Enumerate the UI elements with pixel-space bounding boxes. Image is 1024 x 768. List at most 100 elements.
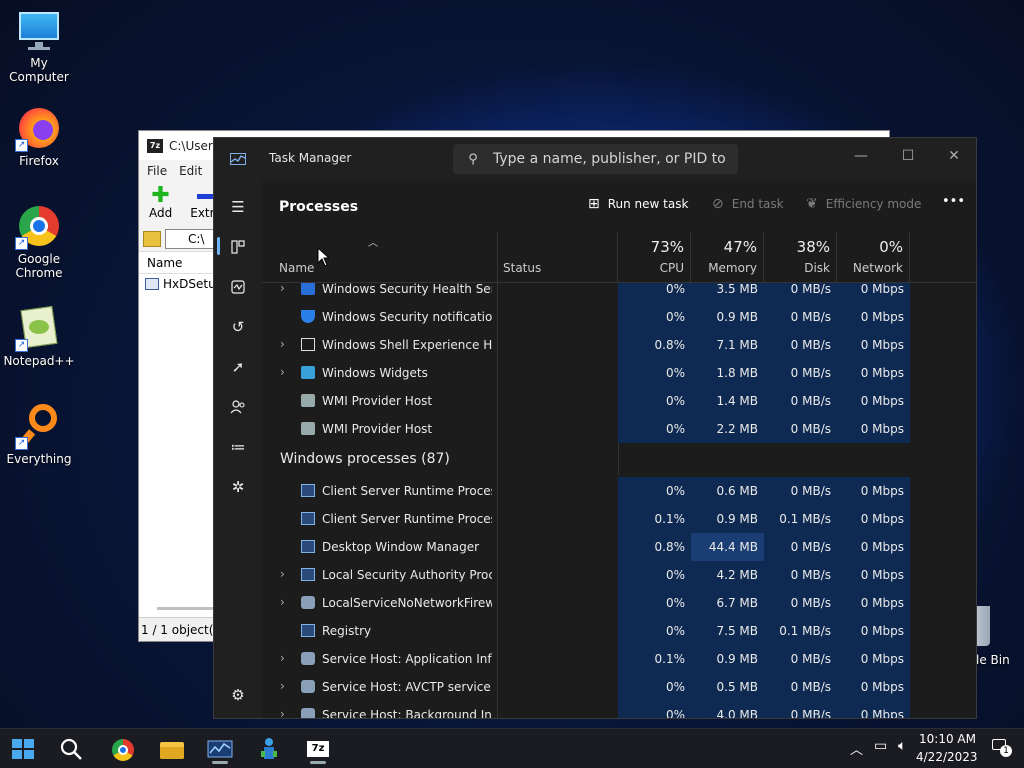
table-row[interactable]: › Windows Security Health Servi... 0% 3.…: [262, 283, 976, 303]
window-app-icon: [301, 624, 315, 637]
running-indicator: [310, 761, 326, 764]
table-row[interactable]: Client Server Runtime Process 0% 0.6 MB …: [262, 477, 976, 505]
clock-time[interactable]: 10:10 AM: [916, 732, 976, 746]
horizontal-scrollbar[interactable]: [157, 607, 217, 610]
column-header-name[interactable]: ︿ Name: [262, 232, 498, 282]
settings-gear-icon[interactable]: ⚙: [223, 680, 253, 710]
network-value: 0 Mbps: [837, 673, 910, 701]
more-options-button[interactable]: •••: [942, 194, 965, 209]
show-hidden-icons-chevron-icon[interactable]: ︿: [850, 739, 863, 758]
table-row[interactable]: › Windows Widgets 0% 1.8 MB 0 MB/s 0 Mbp…: [262, 359, 976, 387]
taskbar-search-button[interactable]: [55, 733, 87, 765]
column-name[interactable]: Name: [147, 256, 182, 270]
search-box[interactable]: ⚲: [453, 144, 738, 174]
chrome-icon: ↗: [15, 204, 61, 250]
minimize-button[interactable]: —: [838, 142, 884, 172]
column-name-label: Name: [279, 261, 315, 275]
cpu-total: 73%: [650, 238, 684, 256]
column-header-status[interactable]: Status: [498, 232, 618, 282]
table-row[interactable]: › Service Host: Application Infor... 0.1…: [262, 645, 976, 673]
efficiency-mode-label: Efficiency mode: [825, 197, 922, 211]
table-row[interactable]: Registry 0% 7.5 MB 0.1 MB/s 0 Mbps: [262, 617, 976, 645]
taskbar-app[interactable]: [253, 733, 285, 765]
nav-users-icon[interactable]: [223, 392, 253, 422]
search-input[interactable]: [493, 151, 728, 167]
efficiency-mode-button[interactable]: ❦ Efficiency mode: [806, 196, 921, 212]
disk-value: 0 MB/s: [764, 387, 837, 415]
table-row[interactable]: Client Server Runtime Process 0.1% 0.9 M…: [262, 505, 976, 533]
desktop-icon-google-chrome[interactable]: ↗ Google Chrome: [0, 204, 78, 280]
task-manager-window[interactable]: Task Manager ⚲ — ☐ ✕ ☰ ↺ ➚ ≔ ✲ ⚙ Process…: [213, 137, 977, 719]
table-row[interactable]: › Service Host: Background Inte... 0% 4.…: [262, 701, 976, 718]
up-folder-icon[interactable]: [143, 230, 161, 247]
disk-value: 0.1 MB/s: [764, 617, 837, 645]
notification-center-button[interactable]: 1: [992, 739, 1012, 757]
network-icon[interactable]: ▭: [874, 738, 887, 754]
task-manager-titlebar[interactable]: Task Manager ⚲ — ☐ ✕: [214, 138, 976, 180]
desktop-icon-label: Everything: [6, 452, 72, 466]
table-row[interactable]: WMI Provider Host 0% 1.4 MB 0 MB/s 0 Mbp…: [262, 387, 976, 415]
expand-chevron-icon[interactable]: ›: [280, 595, 292, 609]
cpu-value: 0%: [618, 589, 691, 617]
cpu-label: CPU: [659, 261, 684, 275]
expand-chevron-icon[interactable]: ›: [280, 707, 292, 718]
nav-startup-apps-icon[interactable]: ➚: [223, 352, 253, 382]
nav-app-history-icon[interactable]: ↺: [223, 312, 253, 342]
taskbar-chrome[interactable]: [106, 733, 138, 765]
expand-chevron-icon[interactable]: ›: [280, 337, 292, 351]
table-row[interactable]: › Windows Shell Experience Host 0.8% 7.1…: [262, 331, 976, 359]
more-options-icon: •••: [942, 194, 966, 209]
section-header-windows-processes[interactable]: Windows processes (87): [280, 451, 450, 467]
expand-chevron-icon[interactable]: ›: [280, 679, 292, 693]
taskbar-task-manager[interactable]: [204, 733, 236, 765]
nav-services-icon[interactable]: ✲: [223, 472, 253, 502]
taskbar-7zip[interactable]: 7z: [302, 733, 334, 765]
taskbar-file-explorer[interactable]: [156, 733, 188, 765]
clock-date[interactable]: 4/22/2023: [916, 750, 978, 764]
expand-chevron-icon[interactable]: ›: [280, 567, 292, 581]
column-header-network[interactable]: 0% Network: [837, 232, 910, 282]
expand-chevron-icon[interactable]: ›: [280, 365, 292, 379]
table-row[interactable]: › Service Host: AVCTP service 0% 0.5 MB …: [262, 673, 976, 701]
expand-chevron-icon[interactable]: ›: [280, 651, 292, 665]
disk-value: 0 MB/s: [764, 645, 837, 673]
desktop-icon-everything[interactable]: ↗ Everything: [0, 404, 78, 466]
table-row[interactable]: › Local Security Authority Proce... 0% 4…: [262, 561, 976, 589]
volume-icon[interactable]: 🔈︎: [898, 738, 906, 754]
table-row[interactable]: Desktop Window Manager 0.8% 44.4 MB 0 MB…: [262, 533, 976, 561]
hamburger-menu-icon[interactable]: ☰: [223, 192, 253, 222]
table-row[interactable]: Windows Security notification... 0% 0.9 …: [262, 303, 976, 331]
column-header-disk[interactable]: 38% Disk: [764, 232, 837, 282]
table-row[interactable]: › LocalServiceNoNetworkFirewa... 0% 6.7 …: [262, 589, 976, 617]
end-task-button[interactable]: ⊘ End task: [712, 196, 784, 212]
process-list: › Windows Security Health Servi... 0% 3.…: [262, 283, 976, 718]
run-new-task-button[interactable]: ⊞ Run new task: [588, 196, 688, 212]
disk-value: 0.1 MB/s: [764, 505, 837, 533]
menu-file[interactable]: File: [147, 164, 167, 178]
shield-icon: [301, 310, 315, 323]
process-name: Windows Security Health Servi...: [322, 283, 492, 296]
table-row[interactable]: WMI Provider Host 0% 2.2 MB 0 MB/s 0 Mbp…: [262, 415, 976, 443]
nav-processes-icon[interactable]: [223, 232, 253, 262]
start-button[interactable]: [7, 733, 39, 765]
network-value: 0 Mbps: [837, 331, 910, 359]
desktop-icon-notepad-plus-plus[interactable]: ↗ Notepad++: [0, 305, 78, 368]
cpu-value: 0.1%: [618, 505, 691, 533]
disk-label: Disk: [804, 261, 830, 275]
column-header-cpu[interactable]: 73% CPU: [618, 232, 691, 282]
add-button[interactable]: ✚ Add: [149, 182, 172, 221]
desktop-icon-my-computer[interactable]: My Computer: [0, 8, 78, 84]
process-name: Client Server Runtime Process: [322, 484, 492, 498]
close-button[interactable]: ✕: [931, 142, 976, 172]
column-header-memory[interactable]: 47% Memory: [691, 232, 764, 282]
maximize-button[interactable]: ☐: [885, 142, 931, 172]
desktop-icon-firefox[interactable]: ↗ Firefox: [0, 106, 78, 168]
nav-details-icon[interactable]: ≔: [223, 432, 253, 462]
status-object-count: 1 / 1 object(s): [141, 622, 225, 637]
cpu-value: 0%: [618, 359, 691, 387]
cpu-value: 0%: [618, 617, 691, 645]
nav-performance-icon[interactable]: [223, 272, 253, 302]
menu-edit[interactable]: Edit: [179, 164, 202, 178]
expand-chevron-icon[interactable]: ›: [280, 283, 292, 295]
cpu-value: 0%: [618, 477, 691, 505]
